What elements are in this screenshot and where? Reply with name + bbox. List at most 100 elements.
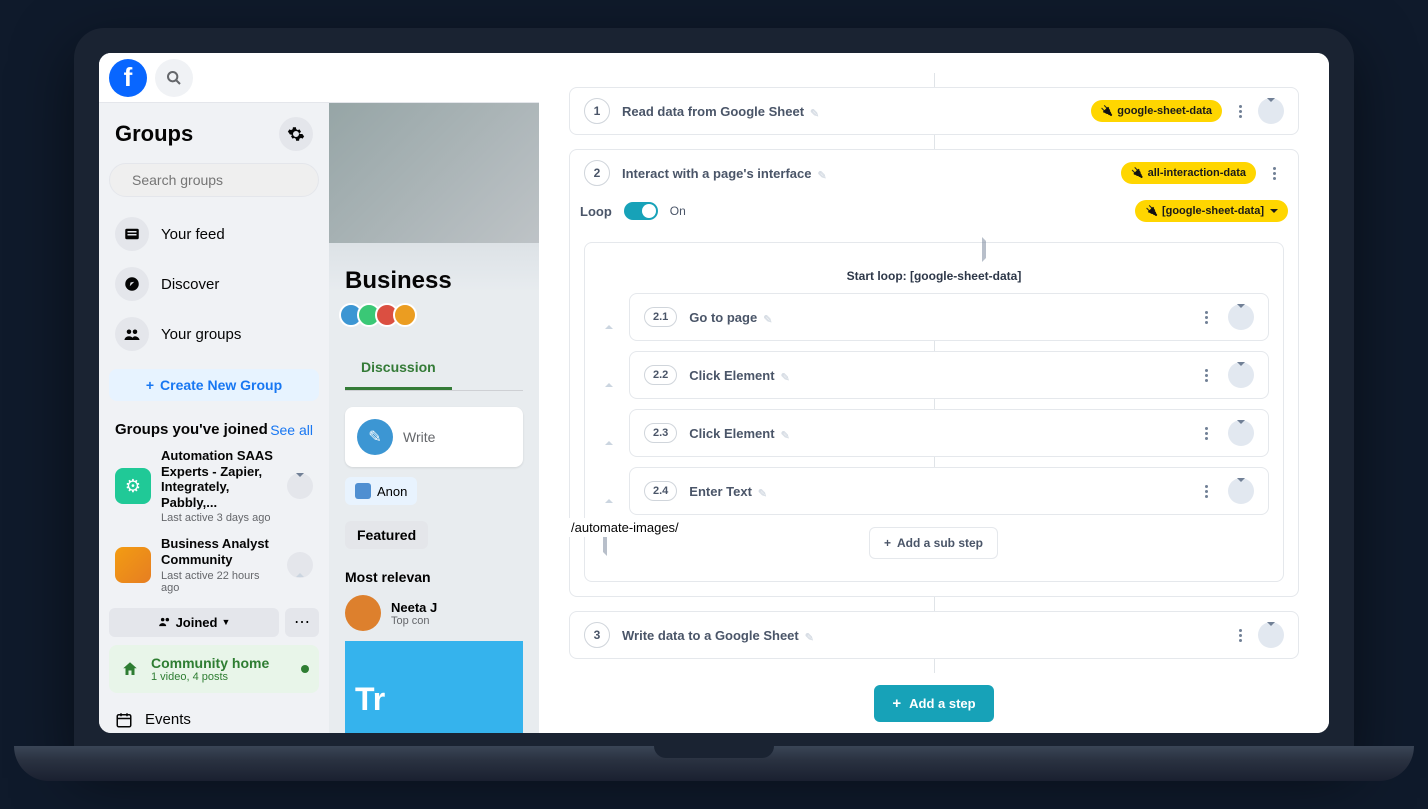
feed-icon [115,217,149,251]
community-home[interactable]: Community home 1 video, 4 posts [109,645,319,693]
nav-your-groups[interactable]: Your groups [109,309,319,359]
move-up-icon[interactable] [605,308,613,326]
group-item-automation[interactable]: ⚙ Automation SAAS Experts - Zapier, Inte… [109,442,319,530]
events-label: Events [145,711,191,728]
events-item[interactable]: Events [109,701,319,733]
author-avatar [345,595,381,631]
collapse-icon[interactable] [1228,362,1254,388]
kebab-icon[interactable] [1196,362,1216,388]
add-step-button[interactable]: Add a step [874,685,993,722]
step-number: 1 [584,98,610,124]
edit-icon[interactable] [781,369,793,381]
post-content: Tr [345,641,523,733]
collapse-icon[interactable] [1228,420,1254,446]
groups-title: Groups [115,121,193,147]
step-title: Write data to a Google Sheet [622,628,1218,643]
edit-icon[interactable] [763,311,775,323]
collapse-icon[interactable] [1258,98,1284,124]
substep-2-2: 2.2 Click Element [629,351,1269,399]
loop-label: Loop [580,204,612,219]
compass-icon [115,267,149,301]
collapse-icon[interactable] [1258,622,1284,648]
edit-icon[interactable] [810,105,822,117]
nav-label: Your feed [161,226,225,243]
step-number: 3 [584,622,610,648]
plus-icon [892,695,901,712]
nav-label: Discover [161,276,219,293]
kebab-icon[interactable] [1196,478,1216,504]
notification-dot [301,665,309,673]
loop-source-badge[interactable]: [google-sheet-data] [1135,200,1288,222]
more-button[interactable]: ⋯ [285,608,319,637]
add-substep-button[interactable]: + Add a sub step [869,527,998,559]
toggle-on-label: On [670,204,686,218]
featured-chip[interactable]: Featured [345,521,428,549]
chevron-up-icon[interactable] [287,552,313,578]
edit-icon[interactable] [817,167,829,179]
automation-panel: /automate-images/ 1 Read data from Googl… [539,53,1329,733]
kebab-icon[interactable] [1264,160,1284,186]
kebab-icon[interactable] [1230,98,1250,124]
substep-2-1: 2.1 Go to page [629,293,1269,341]
search-groups-input-wrap[interactable] [109,163,319,197]
post-author: Neeta J Top con [345,595,523,631]
anonymous-chip[interactable]: Anon [345,477,417,505]
group-time: Last active 3 days ago [161,512,277,524]
data-badge[interactable]: all-interaction-data [1121,162,1256,184]
write-placeholder: Write [403,429,435,445]
joined-button[interactable]: Joined ▼ [109,608,279,637]
gear-icon[interactable] [279,117,313,151]
chevron-down-icon[interactable] [287,473,313,499]
edit-icon[interactable] [758,485,770,497]
nav-discover[interactable]: Discover [109,259,319,309]
facebook-logo[interactable]: f [109,59,147,97]
facebook-panel: f Groups [99,53,539,733]
data-badge[interactable]: google-sheet-data [1091,100,1222,122]
plug-icon [1145,205,1157,217]
collapse-icon[interactable] [1228,304,1254,330]
group-name: Business Analyst Community [161,536,277,567]
substep-number: 2.2 [644,365,677,385]
write-post-box[interactable]: ✎ Write [345,407,523,467]
joined-section-title: Groups you've joined [115,421,268,438]
step-title: Read data from Google Sheet [622,104,1079,119]
nav-label: Your groups [161,326,241,343]
group-time: Last active 22 hours ago [161,570,277,594]
kebab-icon[interactable] [1230,622,1250,648]
create-group-button[interactable]: Create New Group [109,369,319,401]
step-3-card: 3 Write data to a Google Sheet [569,611,1299,659]
edit-icon[interactable] [805,629,817,641]
plug-icon [1101,105,1113,117]
kebab-icon[interactable] [1196,304,1216,330]
community-title: Community home [151,655,269,671]
groups-sidebar: Groups Your feed [99,103,329,733]
kebab-icon[interactable] [1196,420,1216,446]
move-up-icon[interactable] [605,482,613,500]
nav-your-feed[interactable]: Your feed [109,209,319,259]
group-content: Business Discussion ✎ Write A [329,103,539,733]
substep-number: 2.1 [644,307,677,327]
collapse-icon[interactable] [1228,478,1254,504]
edit-icon[interactable] [781,427,793,439]
facebook-search-icon[interactable] [155,59,193,97]
laptop-frame: f Groups [74,28,1354,781]
user-avatar: ✎ [357,419,393,455]
move-up-icon[interactable] [605,366,613,384]
step-number: 2 [584,160,610,186]
groups-icon [115,317,149,351]
joined-label: Joined [176,615,218,630]
anon-icon [355,483,371,499]
substep-2-3: 2.3 Click Element [629,409,1269,457]
loop-start-label: Start loop: [google-sheet-data] [585,259,1283,293]
group-name: Automation SAAS Experts - Zapier, Integr… [161,448,277,510]
see-all-link[interactable]: See all [270,422,313,438]
sort-label[interactable]: Most relevan [345,569,523,585]
loop-toggle[interactable] [624,202,658,220]
search-groups-input[interactable] [132,172,313,188]
group-item-business-analyst[interactable]: Business Analyst Community Last active 2… [109,530,319,599]
substep-number: 2.4 [644,481,677,501]
move-up-icon[interactable] [605,424,613,442]
tab-discussion[interactable]: Discussion [345,347,452,390]
facebook-topbar: f [99,53,539,103]
stray-path-text: /automate-images/ [569,518,681,537]
